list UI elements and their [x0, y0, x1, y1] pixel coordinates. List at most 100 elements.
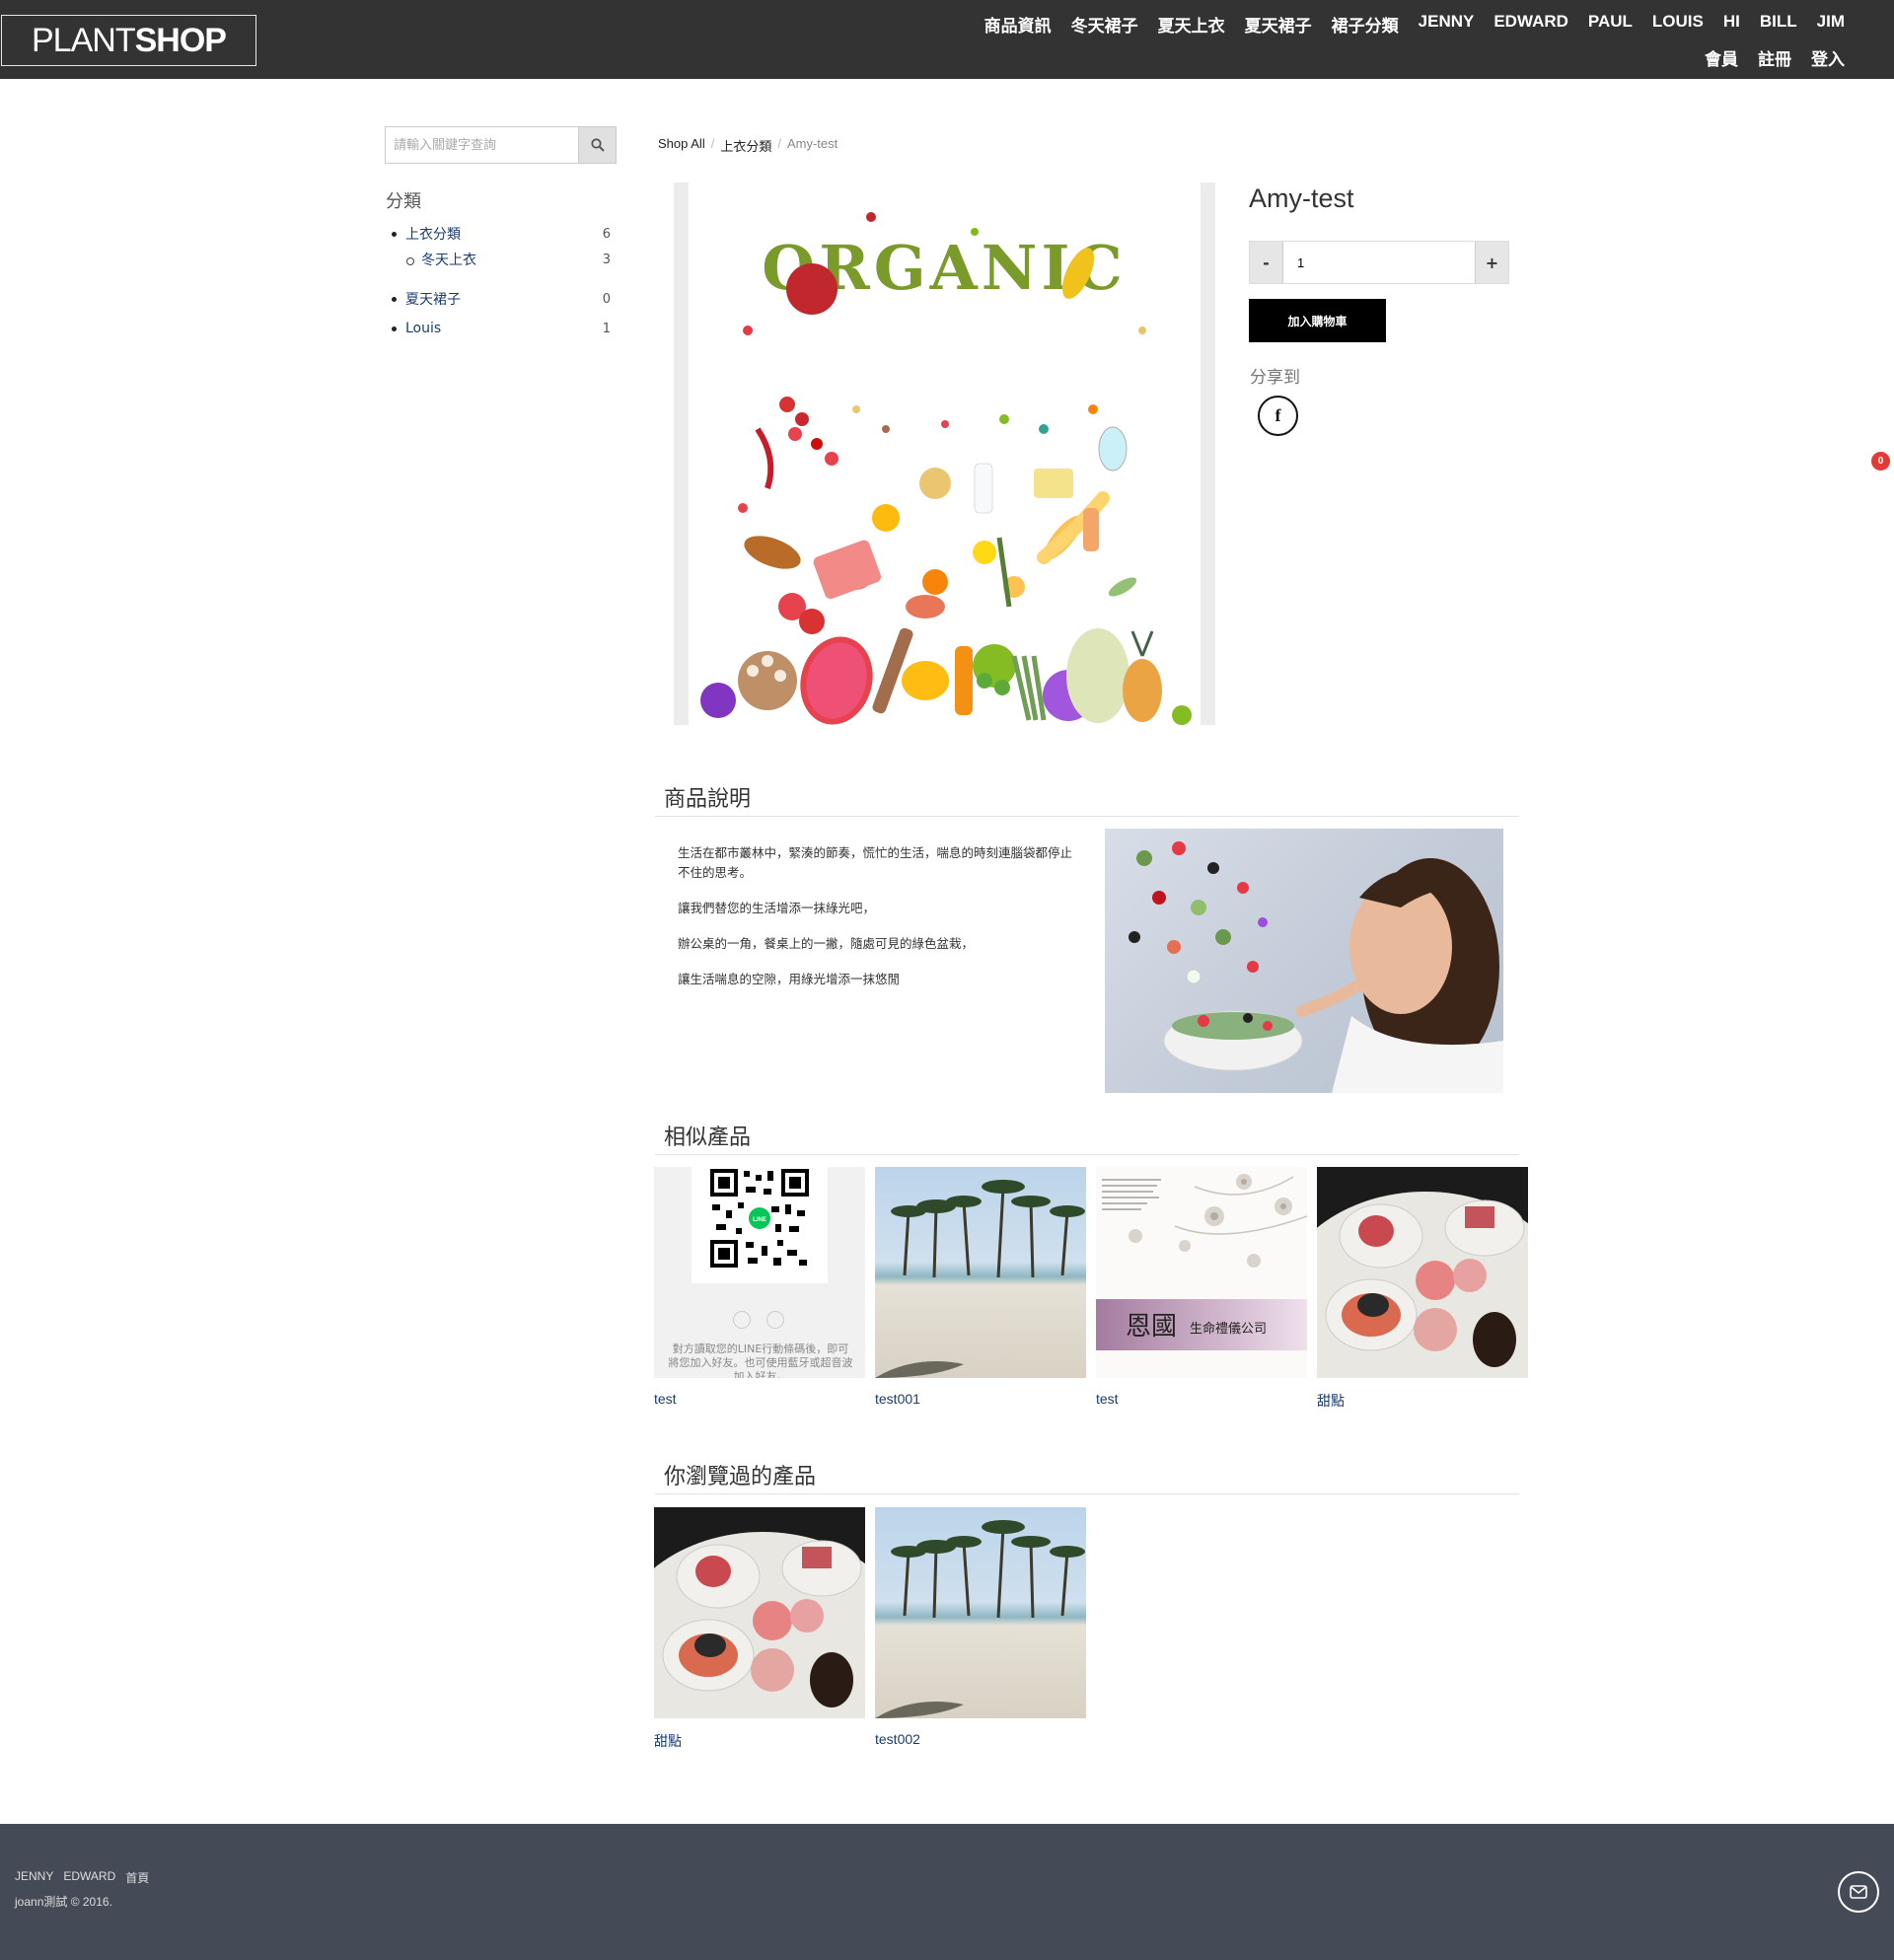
search-box	[385, 126, 617, 164]
search-input[interactable]	[385, 126, 578, 164]
logo-bold-text: SHOP	[134, 21, 227, 59]
qr-line-badge: LINE	[753, 1217, 766, 1223]
category-label: Louis	[405, 321, 442, 336]
description-paragraph: 讓生活喘息的空隙，用綠光增添一抹悠閒	[678, 972, 901, 986]
viewed-product-image[interactable]	[875, 1507, 1086, 1718]
dessert-plate-illustration	[654, 1532, 865, 1718]
facebook-icon: f	[1275, 405, 1281, 425]
categories-title: 分類	[386, 191, 421, 212]
similar-product-label[interactable]: test	[1096, 1391, 1119, 1407]
description-paragraph: 讓我們替您的生活增添一抹綠光吧，	[678, 901, 876, 915]
account-nav: 會員 註冊 登入	[1705, 45, 1845, 70]
similar-product-label[interactable]: test001	[875, 1391, 920, 1407]
nav-item-register[interactable]: 註冊	[1758, 45, 1791, 70]
nav-item-product-info[interactable]: 商品資訊	[984, 12, 1052, 36]
similar-product-image[interactable]: 恩國 生命禮儀公司	[1096, 1167, 1307, 1378]
viewed-product-label[interactable]: test002	[875, 1731, 920, 1747]
similar-products-heading: 相似產品	[664, 1125, 752, 1150]
palm-beach-illustration	[875, 1520, 1085, 1718]
nav-item-member[interactable]: 會員	[1705, 45, 1738, 70]
qr-code-icon: LINE	[710, 1169, 809, 1268]
description-photo	[1105, 829, 1503, 1093]
footer-copyright: joann測試 © 2016.	[15, 1895, 112, 1909]
section-divider	[655, 1493, 1519, 1494]
subcategory-item[interactable]: 冬天上衣 3	[391, 247, 618, 272]
footer-link-edward[interactable]: EDWARD	[63, 1869, 115, 1886]
nav-item-jenny[interactable]: JENNY	[1419, 12, 1475, 36]
mail-icon	[1850, 1885, 1867, 1899]
footer-link-home[interactable]: 首頁	[125, 1869, 149, 1886]
breadcrumb: Shop All / 上衣分類 / Amy-test	[658, 136, 838, 155]
search-button[interactable]	[578, 126, 617, 164]
add-to-cart-button[interactable]: 加入購物車	[1249, 299, 1386, 342]
nav-item-skirt-category[interactable]: 裙子分類	[1332, 12, 1399, 36]
dessert-plate-illustration	[1317, 1192, 1528, 1378]
qr-caption: 對方讀取您的LINE行動條碼後，即可將您加入好友。也可使用藍牙或超音波加入好友。	[668, 1343, 853, 1378]
logo-light-text: PLANT	[32, 21, 136, 59]
quantity-input[interactable]	[1282, 242, 1476, 283]
contact-mail-button[interactable]	[1838, 1871, 1879, 1913]
search-icon	[590, 138, 605, 152]
category-count: 3	[602, 252, 611, 267]
nav-item-summer-tops[interactable]: 夏天上衣	[1158, 12, 1225, 36]
viewed-product-label[interactable]: 甜點	[654, 1731, 682, 1751]
nav-item-bill[interactable]: BILL	[1760, 12, 1797, 36]
nav-item-edward[interactable]: EDWARD	[1493, 12, 1568, 36]
breadcrumb-separator: /	[777, 136, 781, 151]
breadcrumb-current: Amy-test	[786, 136, 838, 151]
similar-product-label[interactable]: test	[654, 1391, 677, 1407]
similar-product-label[interactable]: 甜點	[1317, 1391, 1345, 1411]
breadcrumb-separator: /	[710, 136, 715, 151]
recently-viewed-heading: 你瀏覽過的產品	[664, 1465, 817, 1489]
card-brand-text: 恩國	[1126, 1312, 1177, 1342]
nav-item-hi[interactable]: HI	[1723, 12, 1740, 36]
site-logo[interactable]: PLANT SHOP	[1, 15, 256, 66]
floral-card-illustration: 恩國 生命禮儀公司	[1096, 1174, 1307, 1350]
category-item[interactable]: Louis 1	[391, 316, 618, 341]
nav-item-jim[interactable]: JIM	[1817, 12, 1845, 36]
category-spacer	[391, 272, 618, 286]
category-item[interactable]: 上衣分類 6	[391, 221, 618, 247]
palm-beach-illustration	[875, 1180, 1085, 1378]
main-nav: 商品資訊 冬天裙子 夏天上衣 夏天裙子 裙子分類 JENNY EDWARD PA…	[984, 12, 1845, 36]
similar-product-image[interactable]	[1317, 1167, 1528, 1378]
site-footer: JENNY EDWARD 首頁 joann測試 © 2016.	[0, 1824, 1894, 1960]
category-label: 上衣分類	[405, 227, 461, 243]
similar-product-image[interactable]: LINE 對方讀取您的LINE行動條碼後，即可將您加入好友。也可使用藍牙或超音波…	[654, 1167, 865, 1378]
organic-produce-illustration: ORGANIC	[700, 212, 1192, 725]
section-divider	[655, 816, 1519, 817]
footer-links: JENNY EDWARD 首頁	[15, 1869, 149, 1886]
viewed-product-image[interactable]	[654, 1507, 865, 1718]
nav-item-paul[interactable]: PAUL	[1588, 12, 1633, 36]
quantity-decrease-button[interactable]: -	[1250, 242, 1282, 283]
category-count: 0	[602, 291, 611, 307]
description-paragraph: 辦公桌的一角，餐桌上的一撇，隨處可見的綠色盆栽，	[678, 936, 975, 951]
share-label: 分享到	[1250, 368, 1300, 388]
quantity-stepper: - +	[1249, 241, 1509, 284]
description-heading: 商品說明	[664, 787, 752, 812]
category-label: 夏天裙子	[405, 292, 461, 308]
product-title: Amy-test	[1249, 183, 1354, 213]
category-count: 6	[602, 226, 611, 242]
nav-item-winter-skirts[interactable]: 冬天裙子	[1071, 12, 1138, 36]
description-paragraph: 生活在都市叢林中，緊湊的節奏，慌忙的生活，喘息的時刻連腦袋都停止不住的思考。	[678, 845, 1073, 880]
category-item[interactable]: 夏天裙子 0	[391, 286, 618, 312]
section-divider	[655, 1154, 1519, 1155]
facebook-share-button[interactable]: f	[1258, 396, 1298, 436]
card-subtitle-text: 生命禮儀公司	[1190, 1321, 1267, 1337]
product-image[interactable]: ORGANIC	[689, 182, 1201, 725]
product-image-frame: ORGANIC	[674, 182, 1215, 725]
description-text: 生活在都市叢林中，緊湊的節奏，慌忙的生活，喘息的時刻連腦袋都停止不住的思考。 讓…	[678, 843, 1072, 1005]
nav-item-summer-skirts[interactable]: 夏天裙子	[1245, 12, 1312, 36]
quantity-increase-button[interactable]: +	[1476, 242, 1508, 283]
cart-count-badge[interactable]: 0	[1871, 452, 1890, 471]
nav-item-louis[interactable]: LOUIS	[1652, 12, 1704, 36]
category-label: 冬天上衣	[421, 253, 476, 268]
footer-link-jenny[interactable]: JENNY	[15, 1869, 53, 1886]
breadcrumb-shop-all[interactable]: Shop All	[658, 136, 705, 155]
similar-product-image[interactable]	[875, 1167, 1086, 1378]
category-list: 上衣分類 6 冬天上衣 3 夏天裙子 0 Louis 1	[391, 221, 618, 341]
site-header: PLANT SHOP 商品資訊 冬天裙子 夏天上衣 夏天裙子 裙子分類 JENNY…	[0, 0, 1894, 79]
breadcrumb-category[interactable]: 上衣分類	[720, 136, 771, 155]
nav-item-login[interactable]: 登入	[1811, 45, 1845, 70]
